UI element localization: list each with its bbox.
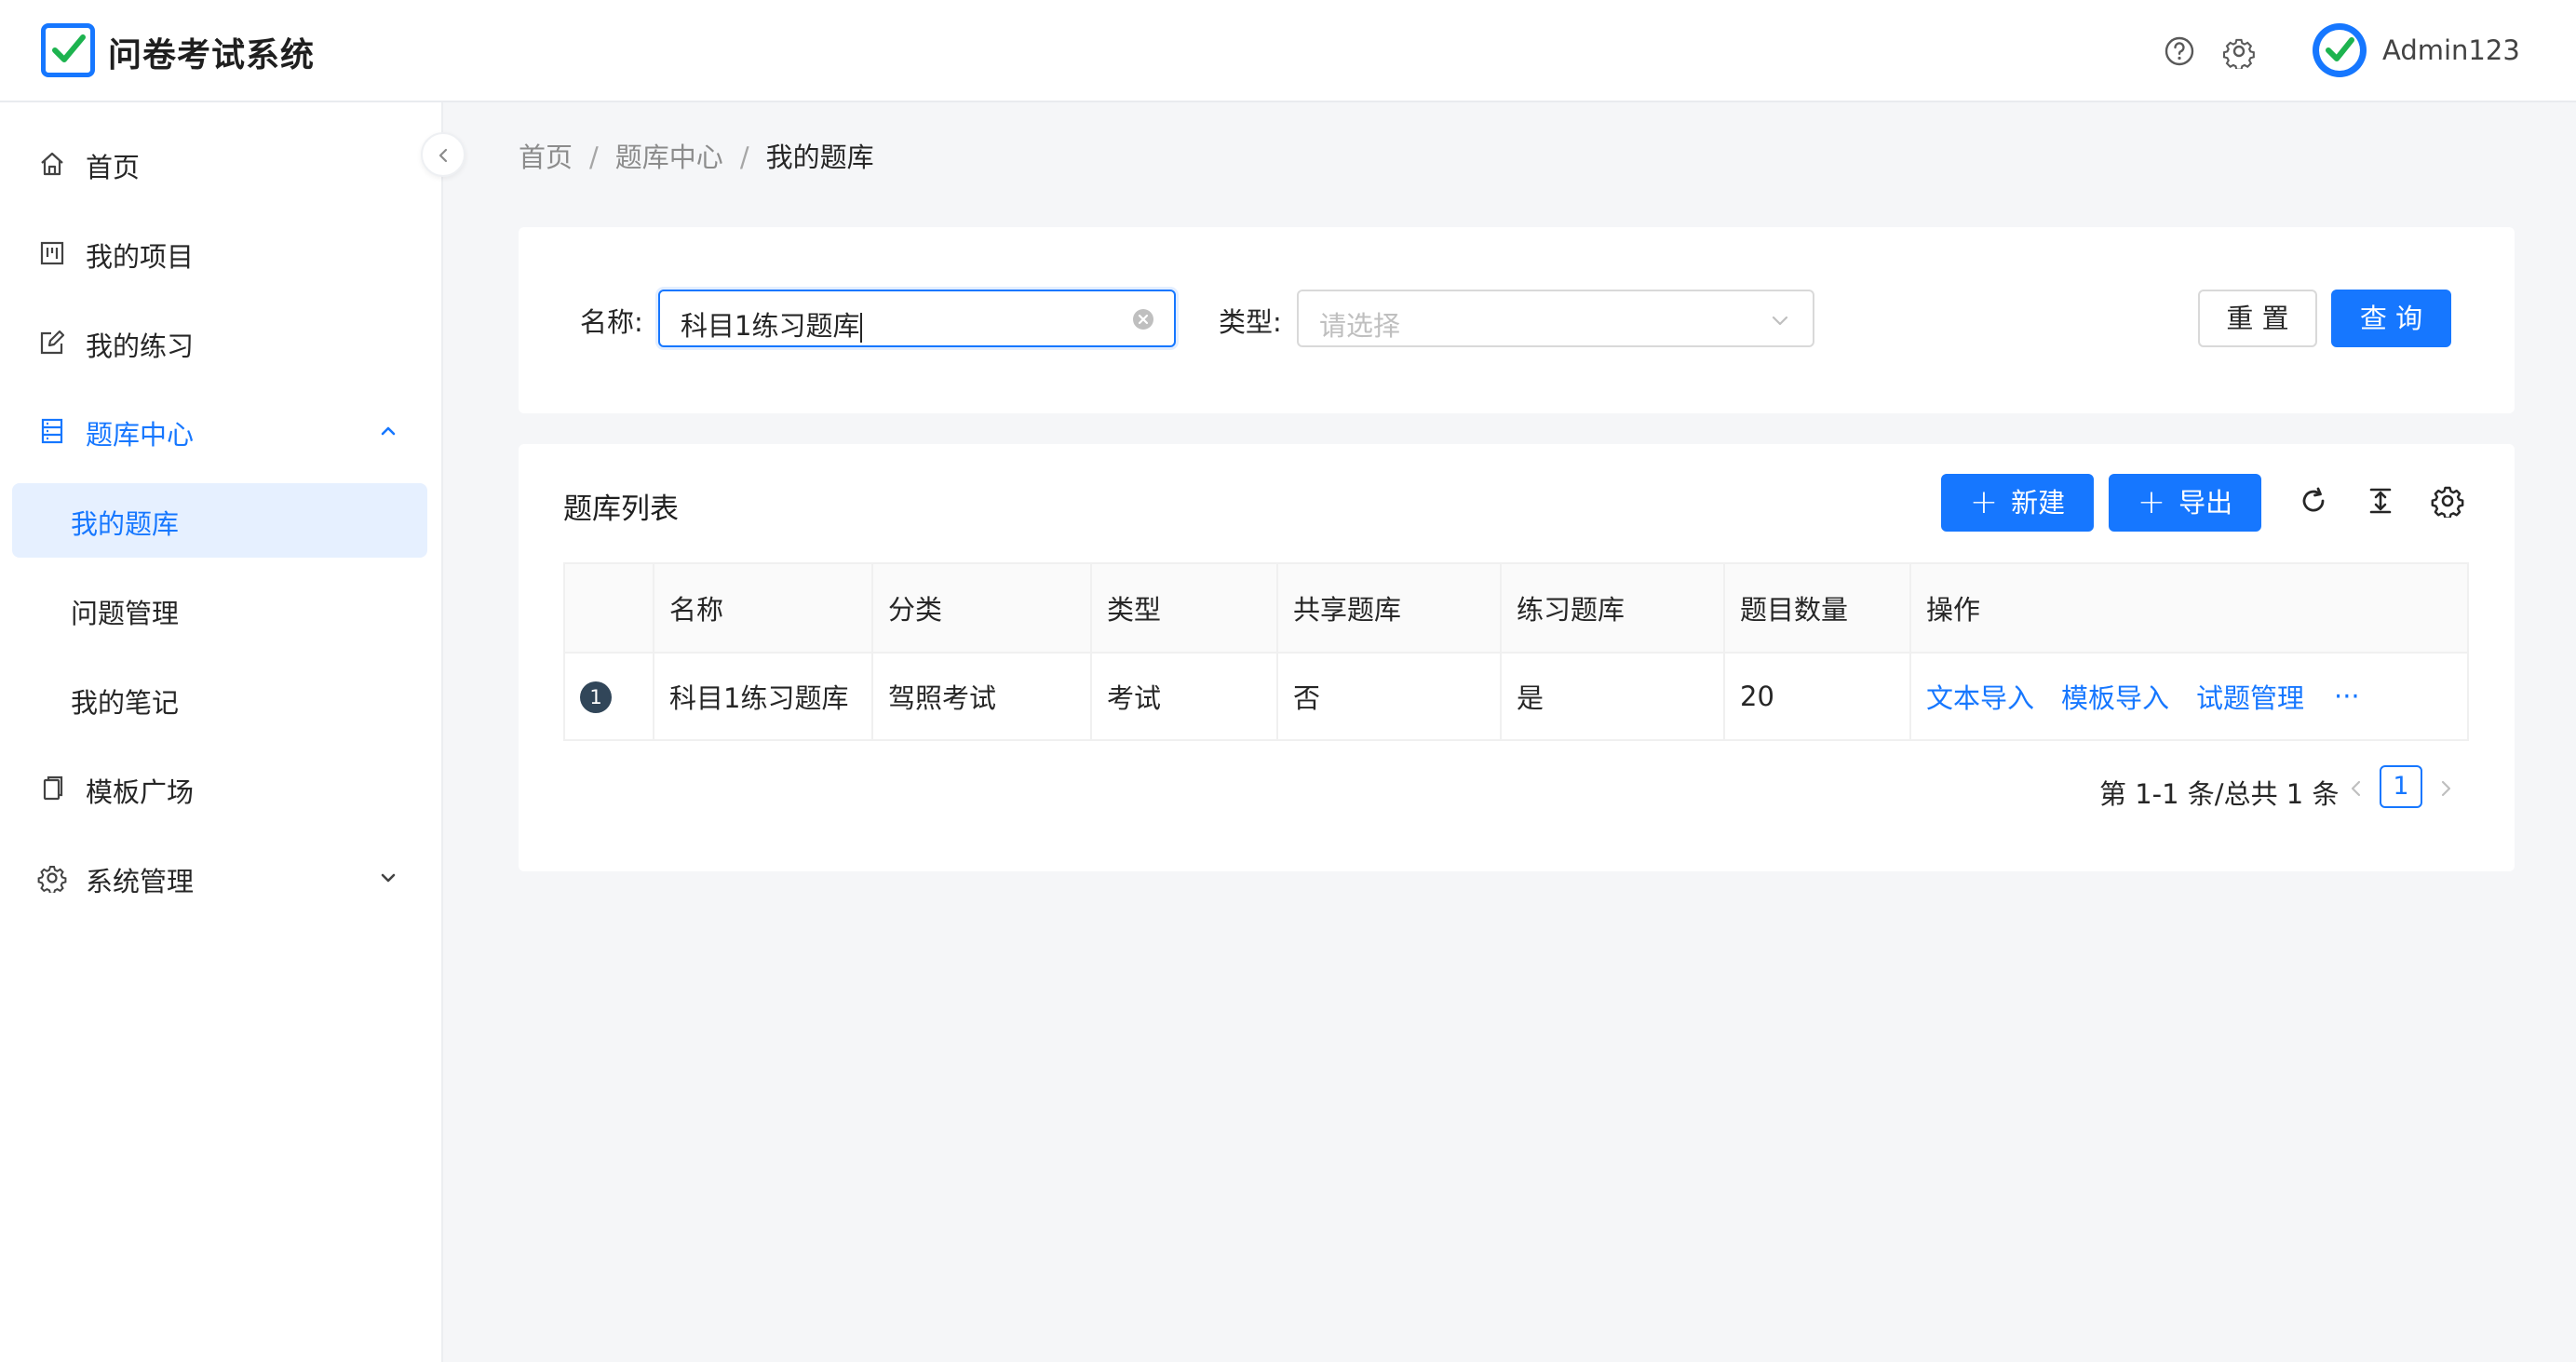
chevron-left-icon[interactable] [2343,775,2369,802]
column-header-actions: 操作 [1926,594,1981,626]
row-shared-cell: 否 [1278,654,1502,739]
sidebar-item-my-question-bank[interactable]: 我的题库 [12,483,427,558]
sidebar-item-practice[interactable]: 我的练习 [0,305,441,380]
row-type-cell: 考试 [1092,654,1278,739]
type-field-label: 类型: [1219,306,1282,338]
breadcrumb-question-bank-center[interactable]: 题库中心 [615,142,723,173]
row-category-cell: 驾照考试 [873,654,1092,739]
username[interactable]: Admin123 [2382,34,2520,66]
question-bank-list-card: 题库列表 + 新建 + 导出 名称 分类 类型 共享题库 练习题库 题目数量 操作 … [519,444,2515,871]
row-actions-cell: 文本导入 模板导入 试题管理 ··· [1911,654,2467,739]
row-practice-cell: 是 [1502,654,1725,739]
search-form-card: 名称: 科目1练习题库 类型: 请选择 重 置 查 询 [519,227,2515,413]
breadcrumb-separator: / [589,142,599,173]
gear-icon [37,866,67,893]
sidebar-item-label: 我的项目 [86,241,195,273]
sidebar-item-label: 系统管理 [86,866,195,897]
chevron-left-icon [438,148,448,163]
sidebar-item-label: 题库中心 [86,419,195,451]
row-name-cell: 科目1练习题库 [654,654,873,739]
sidebar-item-template-square[interactable]: 模板广场 [0,751,441,826]
copy-icon [43,775,63,801]
sidebar-item-label: 模板广场 [86,776,195,808]
new-button[interactable]: + 新建 [1941,474,2094,532]
table-row: 1 科目1练习题库 驾照考试 考试 否 是 20 文本导入 模板导入 试题管理 … [565,654,2467,739]
name-field-label: 名称: [580,306,643,338]
plus-icon: + [1969,483,1999,521]
top-header: 问卷考试系统 Admin123 [0,0,2576,102]
sidebar-collapse-button[interactable] [421,132,465,177]
text-import-link[interactable]: 文本导入 [1926,677,2034,716]
sidebar-item-projects[interactable]: 我的项目 [0,216,441,290]
chevron-down-icon [1772,316,1788,326]
more-actions-icon[interactable]: ··· [2334,681,2360,712]
column-header-shared: 共享题库 [1278,564,1502,652]
sidebar-item-label: 我的笔记 [71,687,180,719]
home-icon [41,152,63,176]
database-icon [41,418,63,444]
name-search-input[interactable]: 科目1练习题库 [658,290,1176,347]
sidebar-item-my-notes[interactable]: 我的笔记 [12,662,427,736]
project-icon [40,241,64,265]
sidebar-item-question-bank-center[interactable]: 题库中心 [0,394,441,468]
sidebar-item-system-management[interactable]: 系统管理 [0,841,441,915]
clear-icon[interactable] [1131,307,1155,331]
breadcrumb-current: 我的题库 [765,142,874,173]
column-header-index [565,564,654,652]
list-title: 题库列表 [563,492,679,526]
chevron-right-icon[interactable] [2433,775,2459,802]
breadcrumb-separator: / [739,142,749,173]
breadcrumb: 首页 / 题库中心 / 我的题库 [519,136,874,175]
column-header-category: 分类 [873,564,1092,652]
sidebar: 首页 我的项目 我的练习 题库中心 我的题库 问题管理 我的笔记 模板广场 系统… [0,102,443,1362]
question-bank-table: 名称 分类 类型 共享题库 练习题库 题目数量 操作 1 科目1练习题库 驾照考… [563,562,2469,741]
sidebar-item-question-management[interactable]: 问题管理 [12,573,427,647]
sidebar-item-label: 问题管理 [71,598,180,629]
question-management-link[interactable]: 试题管理 [2196,677,2304,716]
reset-button[interactable]: 重 置 [2198,290,2317,347]
sidebar-item-label: 我的题库 [71,508,180,540]
column-header-type: 类型 [1092,564,1278,652]
settings-icon[interactable] [2431,484,2464,518]
breadcrumb-home[interactable]: 首页 [519,142,573,173]
table-header: 名称 分类 类型 共享题库 练习题库 题目数量 操作 [565,564,2467,654]
pagination-summary: 第 1-1 条/总共 1 条 [2099,778,2340,810]
column-height-icon[interactable] [2364,484,2397,518]
help-icon[interactable] [2162,34,2197,69]
plus-icon: + [2137,483,2166,521]
type-select[interactable]: 请选择 [1297,290,1814,347]
row-count-cell: 20 [1725,654,1911,739]
export-button[interactable]: + 导出 [2109,474,2261,532]
query-button[interactable]: 查 询 [2331,290,2451,347]
sidebar-item-label: 首页 [86,152,141,183]
settings-icon[interactable] [2221,34,2257,69]
row-index-cell: 1 [565,654,654,739]
row-index-badge: 1 [580,681,612,713]
chevron-up-icon [381,426,396,436]
app-title: 问卷考试系统 [108,36,316,74]
user-avatar[interactable] [2313,23,2367,77]
app-logo [41,23,95,77]
column-header-practice: 练习题库 [1502,564,1725,652]
name-input-value: 科目1练习题库 [681,310,860,342]
sidebar-item-home[interactable]: 首页 [0,127,441,201]
edit-icon [40,330,65,355]
sidebar-item-label: 我的练习 [86,330,195,362]
reload-icon[interactable] [2297,484,2330,518]
type-select-placeholder: 请选择 [1319,310,1401,342]
template-import-link[interactable]: 模板导入 [2061,677,2169,716]
chevron-down-icon [381,873,396,883]
column-header-name: 名称 [654,564,873,652]
pagination-page-1[interactable]: 1 [2380,765,2422,808]
column-header-count: 题目数量 [1725,564,1911,652]
